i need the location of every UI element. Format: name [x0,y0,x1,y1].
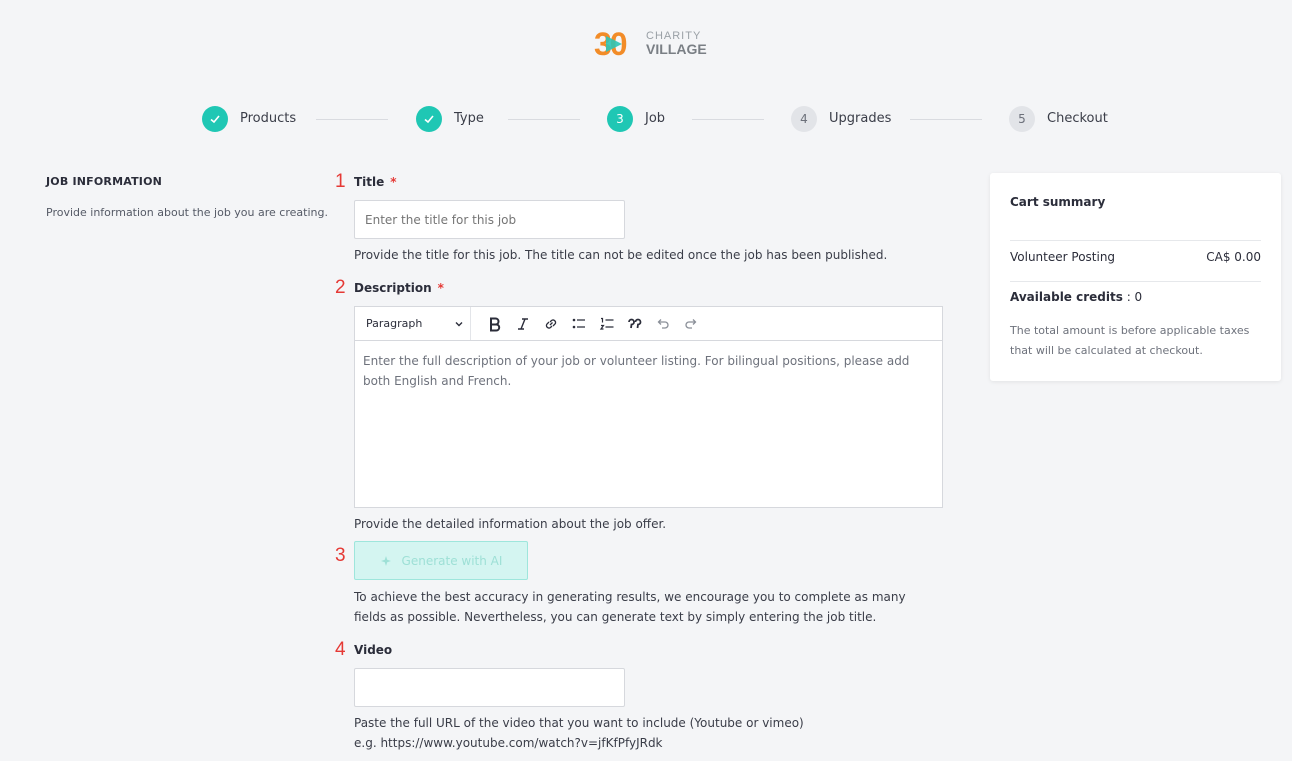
bold-button[interactable] [481,310,509,338]
redo-icon [685,318,697,329]
video-help-text: Paste the full URL of the video that you… [354,716,804,750]
bulleted-list-button[interactable] [565,310,593,338]
available-credits: Available credits : 0 [1010,290,1142,304]
editor-toolbar: Paragraph [355,307,942,341]
step-checkout-label: Checkout [1047,111,1108,126]
divider [1010,240,1261,241]
sparkle-icon [380,555,391,566]
logo-arrow-icon [606,36,622,52]
video-url-input[interactable] [354,668,625,707]
description-help-text: Provide the detailed information about t… [354,517,667,531]
step-upgrades-indicator: 4 [791,106,817,132]
step-connector [316,119,388,120]
step-job-indicator: 3 [607,106,633,132]
required-asterisk: * [437,281,444,295]
block-format-dropdown[interactable]: Paragraph [355,307,471,340]
cart-item-name: Volunteer Posting [1010,250,1116,264]
step-connector [910,119,982,120]
section-description: Provide information about the job you ar… [46,206,328,219]
credits-separator: : [1122,290,1135,304]
generate-with-ai-label: Generate with AI [401,553,503,568]
required-asterisk: * [390,175,397,189]
step-products-label[interactable]: Products [240,111,296,126]
description-rich-text-editor: Paragraph Enter the full description of … [354,306,943,508]
blockquote-button[interactable] [621,310,649,338]
check-icon [210,115,220,124]
title-input[interactable] [354,200,625,239]
quote-icon [628,318,642,328]
italic-button[interactable] [509,310,537,338]
link-icon [545,318,557,329]
ai-help-text: To achieve the best accuracy in generati… [354,590,906,624]
link-button[interactable] [537,310,565,338]
cart-summary-panel: Cart summary Volunteer Posting CA$ 0.00 … [990,173,1281,381]
tax-note: The total amount is before applicable ta… [1010,324,1250,357]
title-label-text: Title [354,175,385,189]
step-products-indicator[interactable] [202,106,228,132]
logo-text-village: VILLAGE [646,41,707,57]
numbered-list-icon [599,317,614,330]
undo-icon [657,318,669,329]
check-icon [424,115,434,124]
bulleted-list-icon [572,318,585,328]
cart-line-item: Volunteer Posting CA$ 0.00 [1010,250,1261,264]
description-field-label: Description * [354,281,444,295]
step-job-label: Job [645,111,666,126]
video-field-label: Video [354,643,393,657]
step-connector [692,119,764,120]
annotation-marker-1: 1 [335,171,346,192]
step-connector [508,119,580,120]
description-editor-area[interactable]: Enter the full description of your job o… [355,341,942,401]
divider [1010,281,1261,282]
title-help-text: Provide the title for this job. The titl… [354,248,888,262]
italic-icon [518,317,528,330]
chevron-down-icon [455,321,463,326]
bold-icon [490,317,501,331]
undo-button[interactable] [649,310,677,338]
step-type-label[interactable]: Type [454,111,484,126]
annotation-marker-4: 4 [335,639,346,660]
block-format-value: Paragraph [366,317,423,330]
available-credits-value: 0 [1134,290,1143,304]
generate-with-ai-button[interactable]: Generate with AI [354,541,528,580]
numbered-list-button[interactable] [593,310,621,338]
available-credits-label: Available credits [1010,290,1123,304]
title-field-label: Title * [354,175,397,189]
charity-village-logo[interactable]: 30 CHARITY VILLAGE [590,24,710,64]
description-label-text: Description [354,281,432,295]
step-type-indicator[interactable] [416,106,442,132]
section-title: JOB INFORMATION [46,175,163,188]
cart-item-price: CA$ 0.00 [1206,250,1261,264]
annotation-marker-2: 2 [335,277,346,298]
step-upgrades-label: Upgrades [829,111,892,126]
description-placeholder: Enter the full description of your job o… [363,354,910,388]
redo-button[interactable] [677,310,705,338]
annotation-marker-3: 3 [335,545,346,566]
cart-summary-title: Cart summary [1010,195,1106,209]
step-checkout-indicator: 5 [1009,106,1035,132]
